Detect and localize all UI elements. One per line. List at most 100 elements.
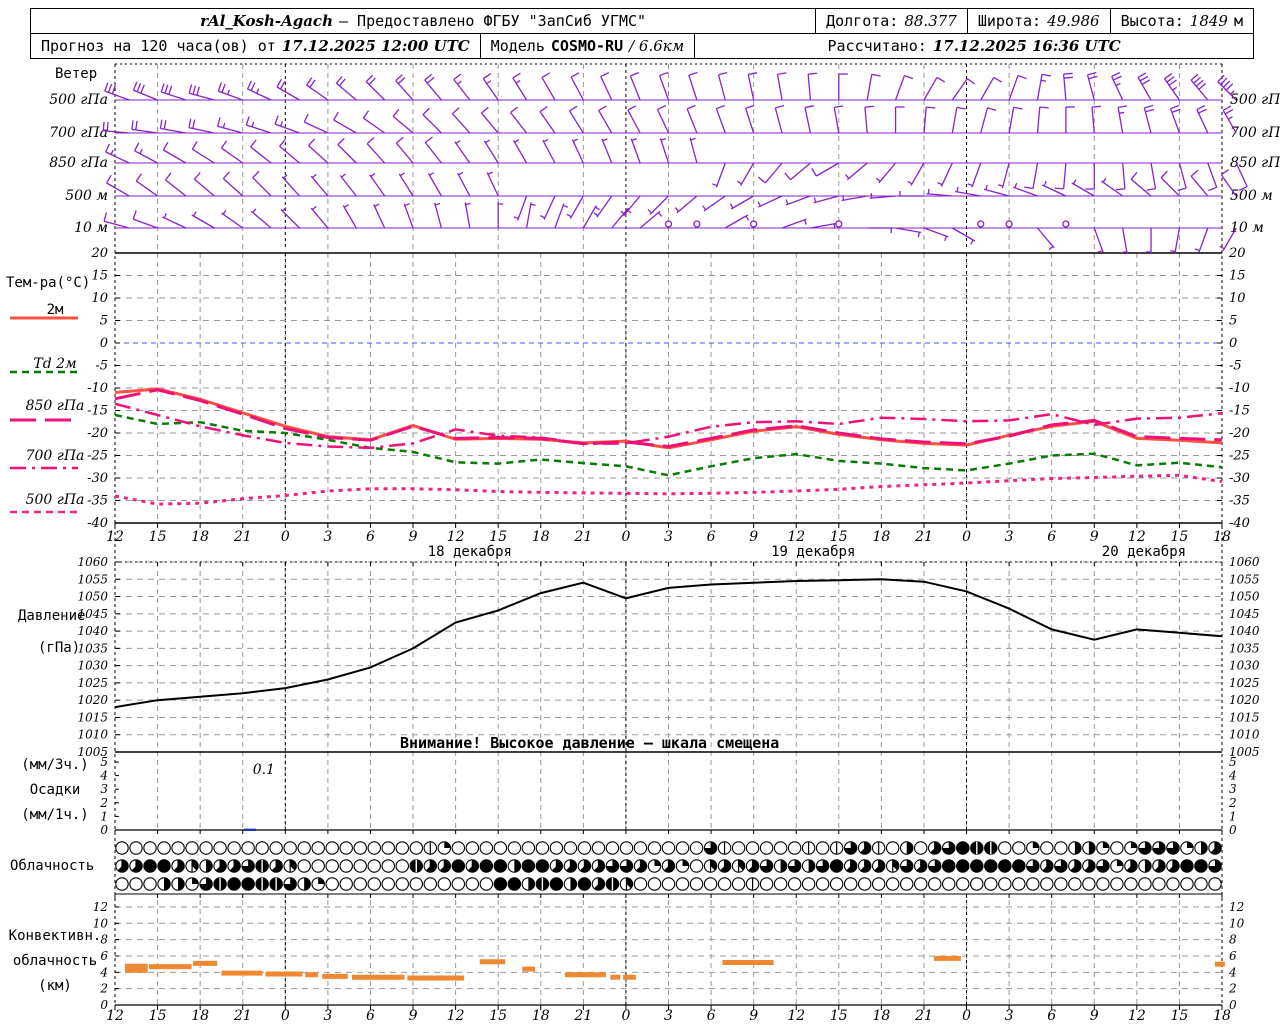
svg-text:0.1: 0.1: [253, 762, 275, 778]
svg-text:6: 6: [707, 529, 716, 545]
svg-text:4: 4: [1228, 769, 1237, 783]
cloud-row-средняя: [115, 859, 1222, 873]
svg-text:15: 15: [149, 529, 167, 545]
precip-bar: [243, 828, 256, 831]
svg-text:1010: 1010: [1229, 728, 1260, 742]
svg-text:6: 6: [1047, 529, 1056, 545]
svg-text:3: 3: [323, 529, 332, 545]
svg-text:6: 6: [1229, 949, 1237, 963]
meteogram-chart: 1212151518182121003366991212151518182121…: [10, 63, 1280, 1024]
svg-text:-35: -35: [1229, 494, 1250, 509]
svg-text:0: 0: [100, 336, 108, 351]
svg-text:0: 0: [1229, 998, 1237, 1012]
svg-text:15: 15: [830, 529, 848, 545]
wind-panel-title: Ветер: [55, 66, 98, 82]
convective-cloud-segments: [124, 955, 1225, 981]
svg-text:-30: -30: [1229, 471, 1250, 486]
svg-text:500 м: 500 м: [65, 188, 108, 204]
svg-text:15: 15: [1171, 1008, 1189, 1024]
svg-text:-20: -20: [1229, 426, 1250, 441]
svg-text:-40: -40: [87, 516, 108, 531]
svg-text:21: 21: [573, 529, 592, 545]
temp-panel-title: Тем-ра(°C): [6, 275, 91, 291]
svg-text:0: 0: [1229, 823, 1237, 837]
svg-text:700 гПа: 700 гПа: [1230, 125, 1280, 141]
svg-text:9: 9: [409, 1008, 418, 1024]
svg-text:850 гПа: 850 гПа: [49, 155, 108, 171]
svg-text:21: 21: [233, 529, 252, 545]
svg-text:21: 21: [233, 1008, 252, 1024]
svg-text:18: 18: [532, 1008, 550, 1024]
cloud-row-нижняя: [115, 877, 1222, 891]
precip-title: Осадки: [29, 782, 81, 798]
svg-text:12: 12: [447, 1008, 465, 1024]
svg-text:21: 21: [573, 1008, 592, 1024]
svg-text:1045: 1045: [1229, 607, 1260, 621]
svg-text:2: 2: [1228, 982, 1237, 996]
svg-text:18: 18: [872, 529, 890, 545]
svg-text:9: 9: [749, 529, 758, 545]
svg-text:1030: 1030: [1229, 659, 1260, 673]
svg-text:1055: 1055: [1229, 572, 1260, 586]
svg-text:1015: 1015: [77, 710, 108, 724]
svg-text:12: 12: [93, 900, 108, 914]
svg-text:1025: 1025: [77, 676, 108, 690]
svg-text:6: 6: [366, 529, 375, 545]
svg-text:20 декабря: 20 декабря: [1102, 544, 1186, 560]
svg-text:-15: -15: [1229, 404, 1250, 419]
svg-text:3: 3: [1005, 529, 1014, 545]
svg-text:15: 15: [830, 1008, 848, 1024]
svg-text:19 декабря: 19 декабря: [771, 544, 855, 560]
svg-text:1015: 1015: [1229, 710, 1260, 724]
svg-text:1060: 1060: [77, 555, 108, 569]
svg-text:3: 3: [1229, 782, 1237, 796]
svg-text:12: 12: [106, 529, 124, 545]
precip-bars: 0.1: [243, 762, 275, 831]
legend-label-500: 500 гПа: [25, 492, 85, 508]
temp-legend-samples: [10, 316, 78, 514]
conv-title-3: (км): [38, 978, 72, 994]
svg-text:9: 9: [1090, 1008, 1099, 1024]
svg-text:18: 18: [191, 1008, 209, 1024]
conv-title-1: Конвективн.: [8, 928, 102, 944]
svg-text:850 гПа: 850 гПа: [1230, 155, 1280, 171]
svg-text:10 м: 10 м: [1230, 220, 1264, 236]
svg-text:1020: 1020: [1229, 693, 1260, 707]
svg-text:6: 6: [366, 1008, 375, 1024]
legend-label-700: 700 гПа: [25, 448, 85, 464]
pressure-title: Давление: [18, 608, 86, 624]
svg-text:1030: 1030: [77, 659, 108, 673]
svg-text:1025: 1025: [1229, 676, 1260, 690]
svg-text:0: 0: [281, 1008, 290, 1024]
meteogram-page: { "header": { "station": "rAl_Kosh-Agach…: [0, 0, 1280, 1024]
svg-text:10 м: 10 м: [74, 220, 108, 236]
svg-text:1010: 1010: [77, 728, 108, 742]
wind-row-10 м: [103, 202, 1237, 254]
svg-text:9: 9: [409, 529, 418, 545]
svg-text:18: 18: [872, 1008, 890, 1024]
svg-text:15: 15: [149, 1008, 167, 1024]
pressure-unit: (гПа): [38, 640, 81, 656]
svg-text:15: 15: [1171, 529, 1189, 545]
svg-text:6: 6: [1047, 1008, 1056, 1024]
svg-text:500 гПа: 500 гПа: [1230, 92, 1280, 108]
cloud-cover-rows: [115, 841, 1222, 891]
svg-text:3: 3: [1005, 1008, 1014, 1024]
svg-text:-10: -10: [87, 381, 108, 396]
precip-unit-3h: (мм/3ч.): [21, 757, 89, 773]
svg-text:21: 21: [914, 529, 933, 545]
svg-text:1035: 1035: [1229, 641, 1260, 655]
svg-text:20: 20: [90, 246, 108, 261]
svg-text:1020: 1020: [77, 693, 108, 707]
svg-text:18: 18: [1213, 529, 1231, 545]
wind-row-700 гПа: [102, 104, 1237, 134]
svg-text:20: 20: [1228, 246, 1246, 261]
svg-text:1050: 1050: [1229, 590, 1260, 604]
svg-text:3: 3: [664, 529, 673, 545]
svg-text:0: 0: [100, 823, 108, 837]
svg-text:12: 12: [1229, 900, 1244, 914]
svg-text:-5: -5: [1229, 359, 1242, 374]
svg-text:12: 12: [447, 529, 465, 545]
svg-text:12: 12: [106, 1008, 124, 1024]
svg-text:3: 3: [664, 1008, 673, 1024]
